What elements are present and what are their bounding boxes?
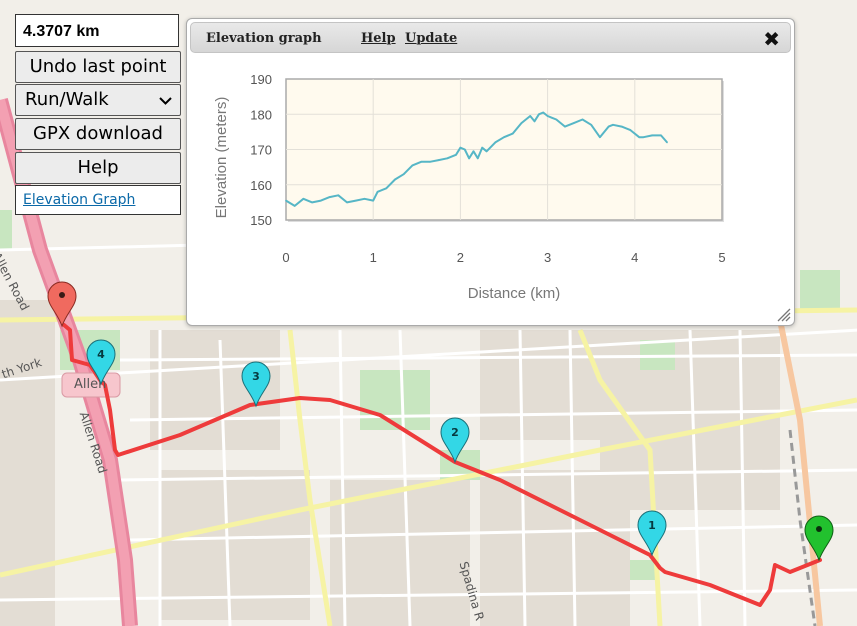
elevation-point	[529, 115, 531, 117]
elevation-point	[607, 125, 610, 128]
elevation-point	[437, 159, 440, 161]
elevation-point	[564, 125, 566, 128]
help-button[interactable]: Help	[15, 152, 181, 184]
y-tick-label: 170	[250, 143, 272, 158]
elevation-point	[638, 136, 640, 138]
elevation-point	[302, 198, 305, 200]
elevation-point	[394, 178, 396, 181]
elevation-point	[477, 157, 479, 160]
gpx-download-button[interactable]: GPX download	[15, 118, 181, 150]
chevron-down-icon	[159, 97, 172, 105]
elevation-point	[503, 136, 505, 138]
elevation-point	[620, 125, 623, 128]
elevation-point	[666, 141, 668, 144]
close-icon[interactable]: ✖	[763, 27, 780, 51]
elevation-point	[538, 113, 540, 116]
elevation-link-box: Elevation Graph	[15, 185, 181, 215]
mode-select[interactable]: Run/Walk	[15, 84, 181, 116]
elevation-point	[642, 136, 645, 138]
elevation-point	[293, 205, 296, 207]
dialog-titlebar[interactable]: Elevation graph Help Update ✖	[190, 22, 791, 53]
elevation-point	[385, 187, 388, 190]
elevation-point	[555, 118, 558, 121]
x-tick-label: 3	[544, 250, 551, 265]
elevation-point	[468, 157, 470, 160]
elevation-chart: 0 1 2 3 4 5 150 160 170 180 190 Distance (km) Elevat…	[213, 72, 726, 302]
elevation-point	[459, 146, 462, 149]
y-tick-label: 150	[250, 213, 272, 228]
elevation-point	[485, 150, 488, 153]
elevation-point	[311, 201, 313, 204]
elevation-point	[420, 161, 422, 163]
elevation-point	[551, 116, 553, 119]
x-tick-label: 2	[457, 250, 464, 265]
elevation-point	[446, 157, 449, 160]
elevation-point	[320, 199, 322, 202]
elevation-point	[494, 141, 497, 144]
elevation-point	[354, 199, 357, 202]
mode-select-value: Run/Walk	[25, 89, 109, 110]
elevation-point	[411, 164, 414, 167]
x-tick-label: 5	[718, 250, 725, 265]
x-tick-label: 1	[370, 250, 377, 265]
elevation-point	[363, 198, 366, 200]
dialog-help-link[interactable]: Help	[361, 31, 396, 46]
elevation-point	[455, 153, 457, 156]
elevation-graph-link[interactable]: Elevation Graph	[23, 192, 135, 208]
elevation-point	[429, 161, 431, 163]
y-axis-label: Elevation (meters)	[213, 97, 230, 219]
y-tick-label: 190	[250, 72, 272, 87]
elevation-point	[481, 146, 484, 149]
elevation-point	[328, 196, 331, 198]
elevation-point	[581, 118, 584, 121]
elevation-point	[337, 194, 340, 197]
elevation-point	[285, 199, 287, 202]
map-label-allen-station: Allen	[74, 377, 107, 392]
elevation-dialog: Elevation graph Help Update ✖ 0 1 2 3 4 5 150 1…	[186, 18, 795, 326]
elevation-point	[376, 191, 379, 193]
resize-handle-icon[interactable]	[777, 308, 791, 322]
elevation-point	[612, 124, 614, 126]
elevation-point	[651, 134, 654, 137]
y-tick-label: 180	[250, 107, 272, 122]
y-tick-label: 160	[250, 178, 272, 193]
x-tick-label: 4	[631, 250, 638, 265]
elevation-point	[402, 173, 405, 175]
elevation-point	[472, 150, 475, 153]
elevation-point	[511, 132, 514, 135]
elevation-point	[660, 134, 662, 137]
elevation-point	[546, 115, 549, 117]
elevation-point	[629, 129, 632, 131]
undo-last-point-button[interactable]: Undo last point	[15, 51, 181, 83]
elevation-point	[599, 136, 601, 138]
elevation-point	[372, 199, 374, 202]
elevation-point	[463, 148, 466, 151]
elevation-point	[590, 124, 592, 126]
elevation-point	[533, 120, 536, 123]
dialog-update-link[interactable]: Update	[405, 31, 457, 46]
elevation-point	[572, 122, 575, 124]
elevation-point	[542, 111, 545, 114]
elevation-point	[346, 201, 348, 204]
x-tick-label: 0	[282, 250, 289, 265]
x-axis-label: Distance (km)	[468, 285, 561, 302]
distance-readout: 4.3707 km	[15, 14, 179, 47]
elevation-point	[520, 122, 523, 124]
dialog-title: Elevation graph	[206, 31, 322, 46]
